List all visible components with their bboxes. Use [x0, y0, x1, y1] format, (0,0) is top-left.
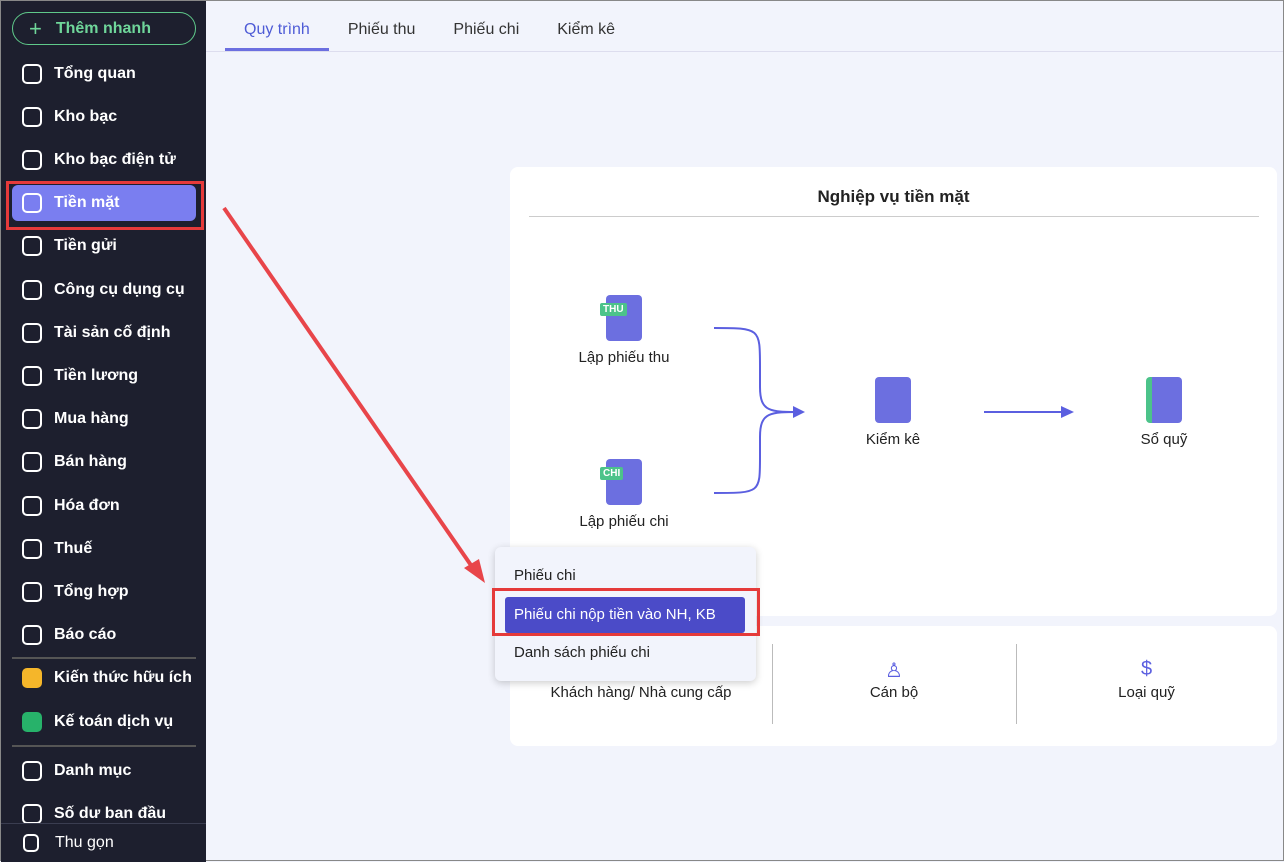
annotation-arrow	[222, 206, 485, 583]
